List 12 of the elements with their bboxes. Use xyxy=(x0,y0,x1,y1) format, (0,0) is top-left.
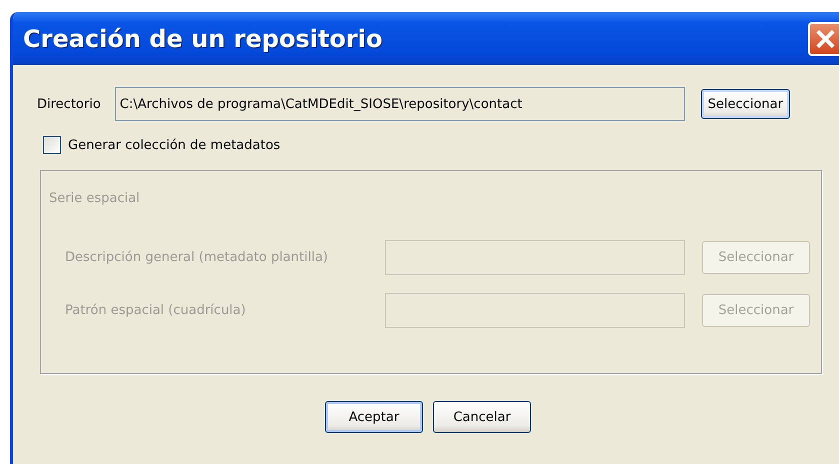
field-label: Patrón espacial (cuadrícula) xyxy=(65,303,247,318)
cancel-button[interactable]: Cancelar xyxy=(433,401,531,433)
field-label: Descripción general (metadato plantilla) xyxy=(65,250,330,265)
checkbox-label: Generar colección de metadatos xyxy=(68,138,280,152)
directory-field[interactable]: C:\Archivos de programa\CatMDEdit_SIOSE\repository\contact xyxy=(114,87,685,121)
accept-button[interactable]: Aceptar xyxy=(325,401,423,433)
directory-label: Directorio xyxy=(37,96,101,112)
select-button[interactable]: Seleccionar xyxy=(700,89,790,119)
close-button[interactable] xyxy=(808,22,839,56)
group-title: Serie espacial xyxy=(49,191,140,206)
window-title: Creación de un repositorio xyxy=(23,24,382,52)
checkbox[interactable] xyxy=(43,136,61,154)
